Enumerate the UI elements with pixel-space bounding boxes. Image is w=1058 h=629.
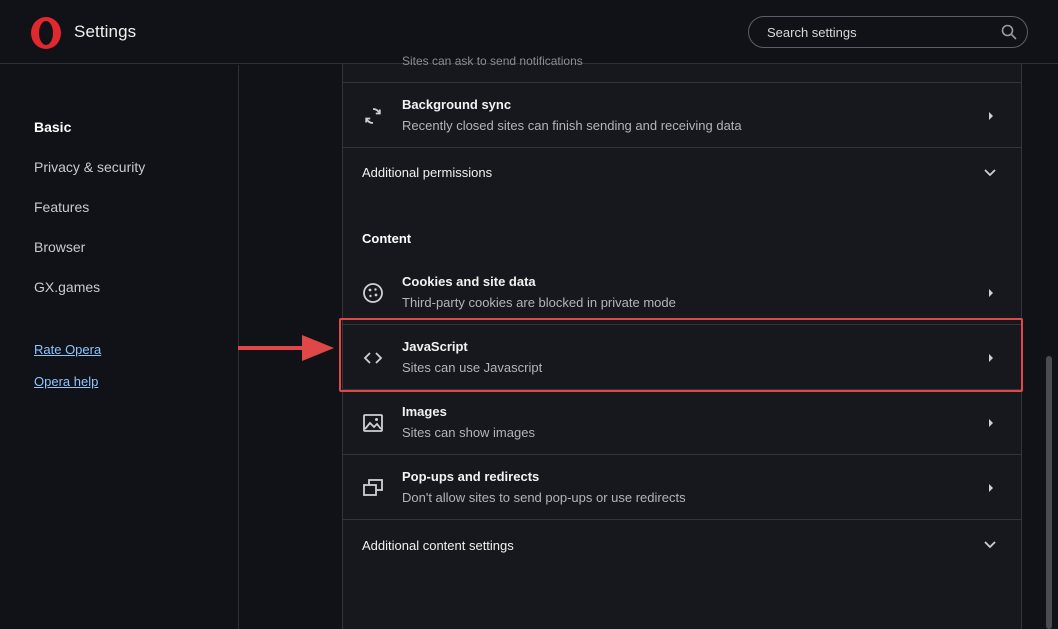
sidebar: Basic Privacy & security Features Browse… (0, 65, 239, 629)
popups-subtitle: Don't allow sites to send pop-ups or use… (402, 490, 686, 505)
settings-panel: Sites can ask to send notifications Back… (342, 54, 1022, 629)
sidebar-item-browser[interactable]: Browser (34, 239, 85, 255)
chevron-right-icon (989, 354, 993, 362)
sidebar-item-features[interactable]: Features (34, 199, 89, 215)
chevron-down-icon (984, 541, 996, 549)
sidebar-item-gx-games[interactable]: GX.games (34, 279, 100, 295)
additional-content-settings-toggle[interactable]: Additional content settings (343, 520, 1021, 570)
opera-logo-icon (31, 17, 61, 49)
red-arrow-annotation (238, 335, 334, 361)
additional-permissions-toggle[interactable]: Additional permissions (343, 148, 1021, 198)
cookies-subtitle: Third-party cookies are blocked in priva… (402, 295, 676, 310)
additional-permissions-label: Additional permissions (362, 165, 493, 180)
background-sync-row[interactable]: Background sync Recently closed sites ca… (343, 83, 1021, 148)
opera-help-link[interactable]: Opera help (34, 374, 98, 389)
background-sync-title: Background sync (402, 97, 512, 112)
additional-content-settings-label: Additional content settings (362, 538, 514, 553)
app-title: Settings (74, 22, 137, 41)
chevron-right-icon (989, 484, 993, 492)
images-row[interactable]: Images Sites can show images (343, 390, 1021, 455)
images-title: Images (402, 404, 447, 419)
popups-redirects-row[interactable]: Pop-ups and redirects Don't allow sites … (343, 455, 1021, 520)
chevron-right-icon (989, 289, 993, 297)
popup-icon (363, 479, 383, 496)
chevron-right-icon (989, 419, 993, 427)
images-subtitle: Sites can show images (402, 425, 535, 440)
javascript-row[interactable]: JavaScript Sites can use Javascript (343, 325, 1021, 390)
rate-opera-link[interactable]: Rate Opera (34, 342, 101, 357)
search-input[interactable]: Search settings (748, 16, 1028, 48)
code-icon (363, 352, 383, 364)
notifications-row[interactable] (343, 64, 1021, 83)
image-icon (363, 414, 383, 432)
popups-title: Pop-ups and redirects (402, 469, 540, 484)
javascript-title: JavaScript (402, 339, 468, 354)
background-sync-subtitle: Recently closed sites can finish sending… (402, 118, 742, 133)
scrollbar-thumb[interactable] (1046, 356, 1052, 629)
sidebar-item-privacy-security[interactable]: Privacy & security (34, 159, 145, 175)
content-section-heading: Content (362, 231, 412, 246)
chevron-down-icon (984, 169, 996, 177)
sidebar-item-basic[interactable]: Basic (34, 119, 71, 135)
javascript-subtitle: Sites can use Javascript (402, 360, 543, 375)
chevron-right-icon (989, 112, 993, 120)
search-placeholder: Search settings (767, 25, 857, 40)
search-icon[interactable] (1001, 24, 1017, 40)
cookie-icon (363, 283, 383, 303)
cookies-site-data-row[interactable]: Cookies and site data Third-party cookie… (343, 260, 1021, 325)
cookies-title: Cookies and site data (402, 274, 536, 289)
sync-icon (365, 108, 381, 124)
